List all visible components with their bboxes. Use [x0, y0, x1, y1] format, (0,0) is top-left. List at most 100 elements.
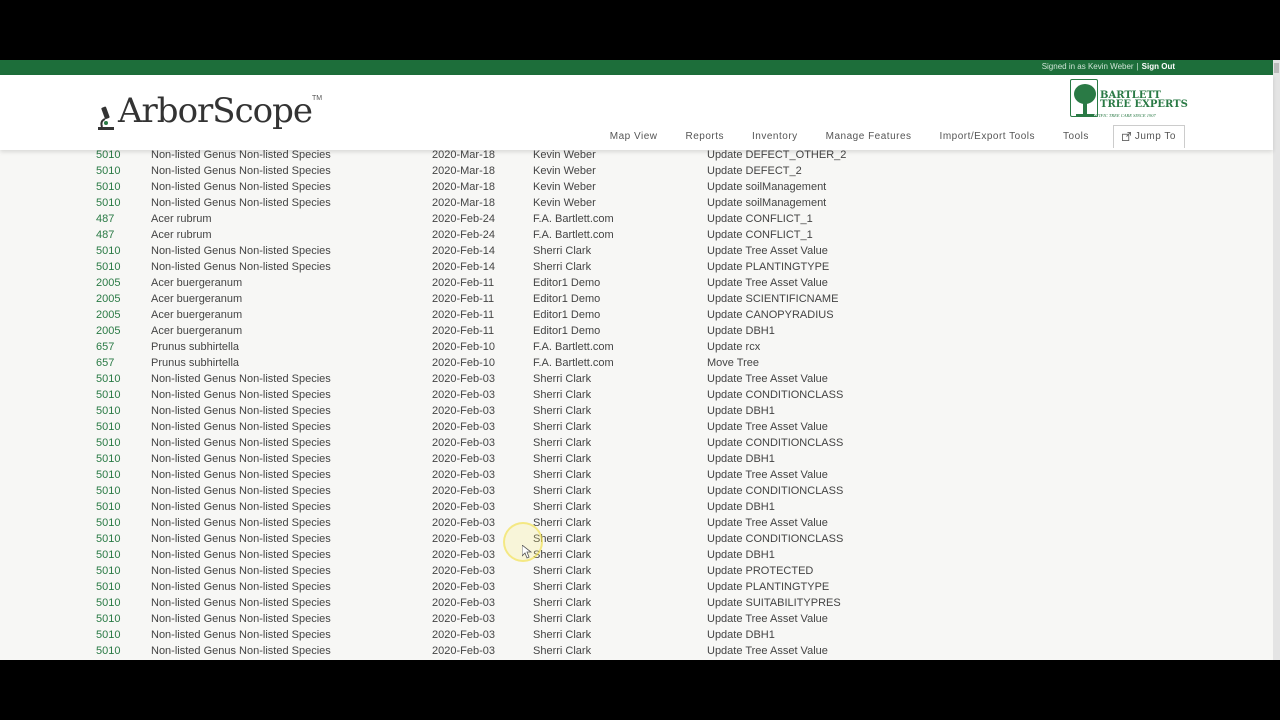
species-cell: Non-listed Genus Non-listed Species [151, 629, 331, 641]
action-cell: Update soilManagement [707, 181, 827, 193]
editor-cell: Sherri Clark [533, 581, 592, 593]
nav-import-export-tools[interactable]: Import/Export Tools [940, 131, 1035, 142]
editor-cell: Sherri Clark [533, 469, 592, 481]
tree-id-link[interactable]: 5010 [96, 195, 120, 211]
editor-cell: Sherri Clark [533, 565, 592, 577]
tree-id-link[interactable]: 5010 [96, 467, 120, 483]
editor-cell: Sherri Clark [533, 549, 592, 561]
action-cell: Update rcx [707, 341, 761, 353]
table-row: 2005 Acer buergeranum 2020-Feb-11 Editor1 D… [0, 291, 1273, 307]
date-cell: 2020-Feb-03 [432, 437, 495, 449]
species-cell: Non-listed Genus Non-listed Species [151, 469, 331, 481]
scrollbar-thumb[interactable] [1274, 63, 1279, 73]
jump-to-button[interactable]: Jump To [1112, 125, 1185, 148]
tree-id-link[interactable]: 5010 [96, 387, 120, 403]
species-cell: Acer buergeranum [151, 309, 243, 321]
date-cell: 2020-Feb-03 [432, 581, 495, 593]
tree-id-link[interactable]: 2005 [96, 323, 120, 339]
tree-id-link[interactable]: 5010 [96, 643, 120, 659]
species-cell: Non-listed Genus Non-listed Species [151, 181, 331, 193]
sign-out-link[interactable]: Sign Out [1142, 62, 1175, 71]
table-row: 5010 Non-listed Genus Non-listed Species 2… [0, 483, 1273, 499]
main-nav: Map View Reports Inventory Manage Featur… [582, 125, 1185, 148]
nav-tools[interactable]: Tools [1063, 131, 1089, 142]
date-cell: 2020-Feb-03 [432, 629, 495, 641]
table-row: 2005 Acer buergeranum 2020-Feb-11 Editor1 D… [0, 275, 1273, 291]
table-row: 487 Acer rubrum 2020-Feb-24 F.A. Bartlett.c… [0, 227, 1273, 243]
tree-id-link[interactable]: 5010 [96, 563, 120, 579]
date-cell: 2020-Feb-03 [432, 533, 495, 545]
jump-to-label: Jump To [1134, 131, 1176, 142]
tree-id-link[interactable]: 5010 [96, 483, 120, 499]
editor-cell: Sherri Clark [533, 597, 592, 609]
editor-cell: Sherri Clark [533, 389, 592, 401]
tree-id-link[interactable]: 487 [96, 211, 114, 227]
tree-id-link[interactable]: 5010 [96, 419, 120, 435]
tree-id-link[interactable]: 657 [96, 355, 114, 371]
tree-id-link[interactable]: 5010 [96, 435, 120, 451]
action-cell: Update SCIENTIFICNAME [707, 293, 839, 305]
editor-cell: Kevin Weber [533, 197, 596, 209]
date-cell: 2020-Feb-03 [432, 613, 495, 625]
species-cell: Acer buergeranum [151, 325, 243, 337]
date-cell: 2020-Feb-10 [432, 357, 495, 369]
date-cell: 2020-Feb-11 [432, 309, 495, 321]
action-cell: Update DBH1 [707, 629, 775, 641]
share-icon [1121, 132, 1131, 141]
editor-cell: F.A. Bartlett.com [533, 213, 614, 225]
date-cell: 2020-Feb-11 [432, 277, 495, 289]
tree-id-link[interactable]: 5010 [96, 371, 120, 387]
species-cell: Acer buergeranum [151, 277, 243, 289]
tree-id-link[interactable]: 5010 [96, 403, 120, 419]
tree-id-link[interactable]: 5010 [96, 515, 120, 531]
bartlett-logo: BARTLETT TREE EXPERTS SCIENTIFIC TREE CA… [1070, 79, 1188, 121]
action-cell: Update PROTECTED [707, 565, 814, 577]
tree-id-link[interactable]: 487 [96, 227, 114, 243]
nav-map-view[interactable]: Map View [610, 131, 658, 142]
tree-id-link[interactable]: 5010 [96, 531, 120, 547]
browser-viewport: 5010 Non-listed Genus Non-listed Species 2… [0, 60, 1280, 660]
action-cell: Update PLANTINGTYPE [707, 261, 830, 273]
table-row: 5010 Non-listed Genus Non-listed Species 2… [0, 579, 1273, 595]
tree-id-link[interactable]: 5010 [96, 243, 120, 259]
tree-id-link[interactable]: 5010 [96, 595, 120, 611]
date-cell: 2020-Feb-03 [432, 501, 495, 513]
site-header: ArborScope TM BARTLETT TREE EXPERTS SCIE… [0, 75, 1273, 150]
action-cell: Update CONDITIONCLASS [707, 389, 844, 401]
tree-id-link[interactable]: 5010 [96, 579, 120, 595]
nav-manage-features[interactable]: Manage Features [826, 131, 912, 142]
partner-name: BARTLETT TREE EXPERTS [1100, 91, 1188, 110]
tree-id-link[interactable]: 657 [96, 339, 114, 355]
tree-id-link[interactable]: 2005 [96, 307, 120, 323]
editor-cell: Sherri Clark [533, 517, 592, 529]
action-cell: Update Tree Asset Value [707, 613, 828, 625]
tree-id-link[interactable]: 5010 [96, 611, 120, 627]
table-row: 5010 Non-listed Genus Non-listed Species 2… [0, 195, 1273, 211]
nav-inventory[interactable]: Inventory [752, 131, 798, 142]
date-cell: 2020-Feb-11 [432, 325, 495, 337]
tree-id-link[interactable]: 5010 [96, 259, 120, 275]
species-cell: Non-listed Genus Non-listed Species [151, 645, 331, 657]
tree-id-link[interactable]: 2005 [96, 275, 120, 291]
vertical-scrollbar[interactable] [1273, 60, 1280, 660]
date-cell: 2020-Feb-03 [432, 453, 495, 465]
action-cell: Update Tree Asset Value [707, 373, 828, 385]
tree-id-link[interactable]: 2005 [96, 291, 120, 307]
nav-reports[interactable]: Reports [686, 131, 725, 142]
arborscope-logo[interactable]: ArborScope TM [96, 91, 322, 131]
action-cell: Update Tree Asset Value [707, 645, 828, 657]
editor-cell: Editor1 Demo [533, 277, 601, 289]
action-cell: Update DBH1 [707, 325, 775, 337]
tree-id-link[interactable]: 5010 [96, 499, 120, 515]
tree-id-link[interactable]: 5010 [96, 451, 120, 467]
tree-id-link[interactable]: 5010 [96, 179, 120, 195]
date-cell: 2020-Feb-03 [432, 485, 495, 497]
date-cell: 2020-Feb-03 [432, 373, 495, 385]
table-row: 5010 Non-listed Genus Non-listed Species 2… [0, 467, 1273, 483]
table-row: 5010 Non-listed Genus Non-listed Species 2… [0, 419, 1273, 435]
tree-id-link[interactable]: 5010 [96, 547, 120, 563]
species-cell: Non-listed Genus Non-listed Species [151, 373, 331, 385]
tree-id-link[interactable]: 5010 [96, 163, 120, 179]
tree-id-link[interactable]: 5010 [96, 627, 120, 643]
species-cell: Non-listed Genus Non-listed Species [151, 261, 331, 273]
